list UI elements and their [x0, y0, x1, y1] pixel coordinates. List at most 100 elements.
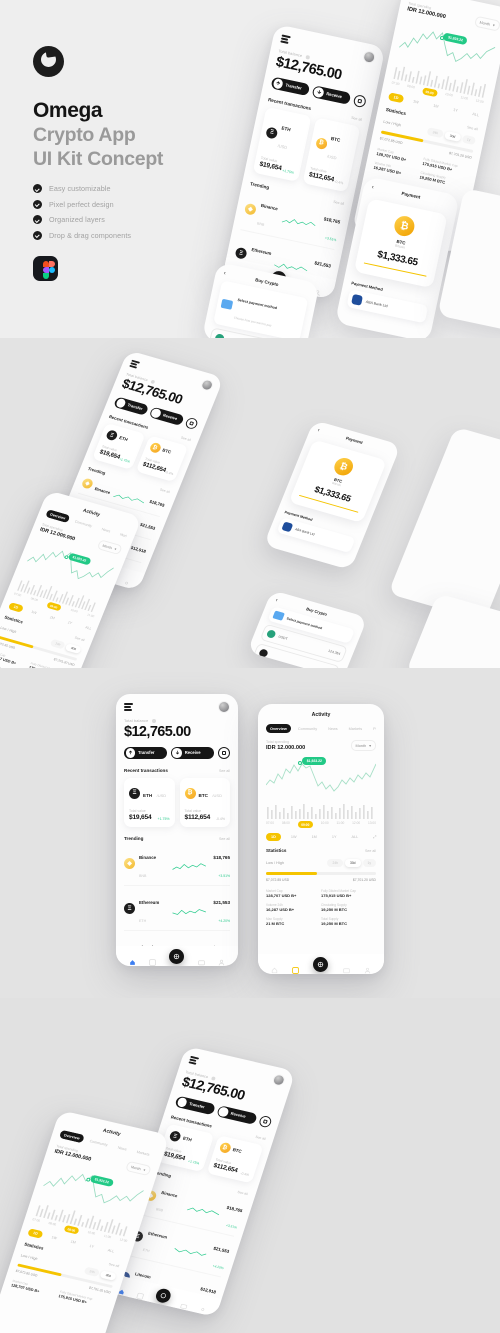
- tab-community[interactable]: Community: [294, 724, 321, 733]
- range-1w[interactable]: 1W: [407, 96, 424, 107]
- scan-icon[interactable]: [257, 1114, 273, 1129]
- profile-icon[interactable]: [200, 1301, 209, 1311]
- hamburger-icon[interactable]: [124, 703, 133, 711]
- range-all[interactable]: ALL: [79, 623, 97, 634]
- table-row[interactable]: Ξ Ethereum ETH $21,553 +4.20%: [124, 886, 230, 932]
- month-selector[interactable]: Month ▾: [350, 740, 376, 751]
- receive-button[interactable]: Receive: [215, 1104, 258, 1125]
- range-1w[interactable]: 1W: [26, 607, 43, 618]
- profile-icon[interactable]: [218, 953, 225, 965]
- eye-icon[interactable]: [304, 54, 310, 60]
- tab-overview[interactable]: Overview: [58, 1129, 85, 1144]
- segment-24h[interactable]: 24h: [327, 859, 343, 867]
- see-all-link[interactable]: See all: [255, 1135, 266, 1141]
- transaction-card[interactable]: ₿ BTC Total value $112,654 -0.4%: [135, 435, 189, 483]
- transaction-card[interactable]: Ξ ETH Total value $19,654 +1.75%: [91, 422, 146, 470]
- chart-icon[interactable]: [149, 953, 156, 966]
- swap-fab-icon[interactable]: [169, 948, 185, 964]
- range-1y[interactable]: 1Y: [327, 833, 342, 841]
- range-1y[interactable]: 1Y: [62, 618, 78, 629]
- transfer-button[interactable]: Transfer: [270, 76, 311, 97]
- receive-button[interactable]: Receive: [148, 406, 185, 427]
- see-all-link[interactable]: See all: [219, 769, 230, 773]
- range-1d[interactable]: 1D: [266, 833, 281, 841]
- tab-portfolio[interactable]: Portfolio: [155, 1152, 157, 1160]
- tab-overview[interactable]: Overview: [266, 724, 291, 733]
- scan-icon[interactable]: [217, 746, 230, 760]
- range-1y[interactable]: 1Y: [447, 105, 463, 116]
- transfer-button[interactable]: Transfer: [112, 396, 150, 416]
- transaction-card[interactable]: Ξ ETH /USD Total value $19,654 +1.75%: [124, 778, 175, 828]
- hamburger-icon[interactable]: [280, 34, 291, 44]
- card-icon[interactable]: [198, 953, 205, 965]
- tab-portfolio[interactable]: Portfolio: [369, 724, 376, 733]
- range-1w[interactable]: 1W: [286, 833, 302, 841]
- see-all-link[interactable]: See all: [108, 1262, 119, 1268]
- range-1d[interactable]: 1D: [387, 92, 405, 104]
- swap-fab-icon[interactable]: [154, 1286, 174, 1304]
- range-1w[interactable]: 1W: [46, 1233, 63, 1244]
- tab-markets[interactable]: Markets: [132, 1147, 155, 1160]
- segment-1y[interactable]: 1y: [362, 859, 376, 867]
- receive-button[interactable]: Receive: [170, 746, 214, 760]
- transaction-card[interactable]: ₿ BTC Total value $112,654 -0.4%: [206, 1135, 264, 1184]
- avatar[interactable]: [362, 49, 377, 65]
- month-selector[interactable]: Month ▾: [473, 15, 500, 32]
- segment-1y[interactable]: 1y: [461, 134, 477, 146]
- hamburger-icon[interactable]: [188, 1056, 200, 1065]
- avatar[interactable]: [218, 701, 230, 713]
- tab-news[interactable]: News: [97, 524, 116, 536]
- chart-icon[interactable]: [292, 961, 300, 974]
- profile-icon[interactable]: [124, 575, 133, 584]
- chevron-left-icon[interactable]: ‹: [223, 270, 226, 276]
- range-1y[interactable]: 1Y: [84, 1241, 100, 1251]
- table-row[interactable]: ◆ Binance BNB $18,765 +3.51%: [124, 841, 230, 887]
- range-1m[interactable]: 1M: [307, 833, 322, 841]
- scan-icon[interactable]: [183, 416, 200, 431]
- see-all-link[interactable]: See all: [365, 849, 376, 853]
- chevron-left-icon[interactable]: ‹: [275, 597, 279, 603]
- tab-markets[interactable]: Markets: [345, 724, 367, 733]
- range-1m[interactable]: 1M: [44, 612, 60, 623]
- eye-icon[interactable]: [151, 719, 156, 723]
- tab-news[interactable]: News: [113, 1142, 132, 1154]
- swap-fab-icon[interactable]: [313, 956, 329, 972]
- segment-24h[interactable]: 24h: [49, 638, 67, 650]
- transaction-card[interactable]: Ξ ETH /USD Total value $19,654 +1.75%: [252, 107, 312, 183]
- transaction-card[interactable]: ₿ BTC /USD Total value $112,654 -0.4%: [301, 117, 361, 193]
- transaction-card[interactable]: ₿ BTC /USD Total value $112,654 -0.4%: [179, 778, 230, 828]
- tab-news[interactable]: News: [324, 724, 342, 733]
- segment-24h[interactable]: 24h: [427, 127, 444, 139]
- chevron-left-icon[interactable]: ‹: [317, 427, 321, 433]
- hamburger-icon[interactable]: [129, 360, 140, 369]
- see-all-link[interactable]: See all: [467, 125, 479, 131]
- tab-community[interactable]: Community: [85, 1136, 113, 1150]
- profile-icon[interactable]: [364, 961, 371, 973]
- range-all[interactable]: ALL: [467, 109, 485, 120]
- range-all[interactable]: ALL: [102, 1246, 120, 1257]
- scan-icon[interactable]: [352, 93, 367, 109]
- tab-community[interactable]: Community: [70, 516, 97, 531]
- see-all-link[interactable]: See all: [74, 635, 85, 641]
- tab-overview[interactable]: Overview: [45, 509, 71, 524]
- range-1m[interactable]: 1M: [65, 1237, 82, 1248]
- chart-icon[interactable]: [136, 1286, 147, 1300]
- home-icon[interactable]: [129, 953, 136, 965]
- segment-30d[interactable]: 30d: [444, 130, 461, 142]
- range-1d[interactable]: 1D: [7, 602, 24, 613]
- segment-24h[interactable]: 24h: [83, 1266, 101, 1278]
- segment-30d[interactable]: 30d: [65, 643, 82, 655]
- chevron-left-icon[interactable]: ‹: [371, 184, 374, 190]
- avatar[interactable]: [199, 378, 215, 392]
- card-icon[interactable]: [342, 961, 350, 973]
- see-all-link[interactable]: See all: [180, 436, 191, 442]
- home-icon[interactable]: [271, 961, 278, 973]
- transfer-button[interactable]: Transfer: [174, 1095, 216, 1116]
- segment-30d[interactable]: 30d: [99, 1270, 117, 1281]
- segment-30d[interactable]: 30d: [345, 859, 361, 867]
- avatar[interactable]: [271, 1073, 287, 1087]
- tab-markets[interactable]: Markets: [115, 529, 128, 540]
- transfer-button[interactable]: Transfer: [124, 746, 167, 760]
- see-all-link[interactable]: See all: [219, 837, 230, 841]
- receive-button[interactable]: Receive: [311, 84, 351, 105]
